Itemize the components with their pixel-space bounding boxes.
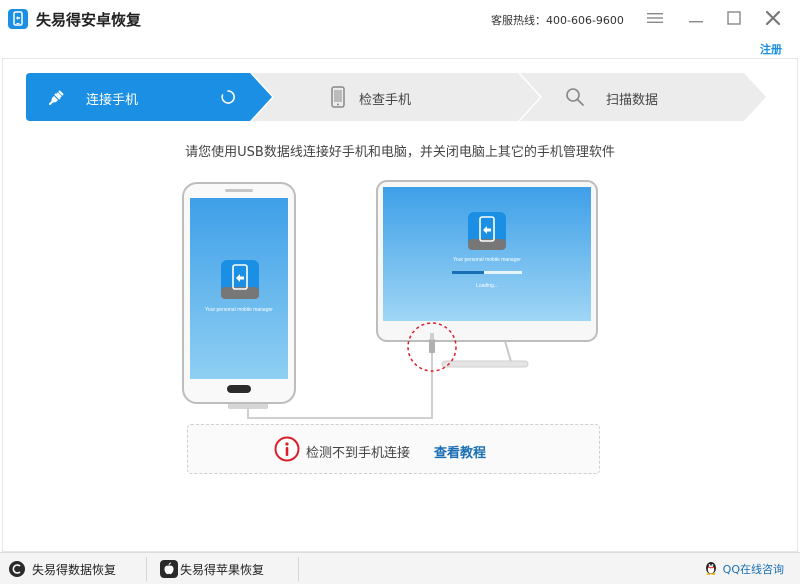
app-logo-icon (8, 9, 28, 29)
bottom-divider (298, 557, 299, 581)
maximize-button[interactable] (724, 8, 744, 28)
connection-status-box: 检测不到手机连接 查看教程 (187, 424, 600, 474)
status-message: 检测不到手机连接 (306, 446, 411, 461)
phone-caption: Your personal mobile manager (205, 307, 273, 313)
phone-illustration: Your personal mobile manager (182, 182, 296, 404)
connection-illustration: Your personal mobile manager Your person… (170, 175, 620, 435)
step-2-label: 检查手机 (359, 93, 412, 108)
hotline-text: 客服热线：400-606-9600 (491, 14, 624, 27)
tab-apple-recovery-label: 失易得苹果恢复 (180, 563, 265, 577)
app-title: 失易得安卓恢复 (36, 11, 142, 29)
bottom-divider (146, 557, 147, 581)
loading-spinner-icon (221, 90, 235, 104)
step-3-label: 扫描数据 (606, 93, 659, 108)
minimize-icon (689, 21, 703, 23)
monitor-caption: Your personal mobile manager (453, 257, 521, 263)
close-icon (765, 10, 781, 26)
qq-consult-link[interactable]: QQ在线咨询 (703, 561, 784, 577)
monitor-illustration: Your personal mobile manager Loading... (376, 180, 598, 368)
hamburger-icon (647, 13, 663, 23)
minimize-button[interactable] (686, 8, 706, 28)
tab-data-recovery[interactable]: 失易得数据恢复 (0, 553, 146, 584)
qq-consult-label: QQ在线咨询 (722, 563, 784, 576)
instruction-text: 请您使用USB数据线连接好手机和电脑，并关闭电脑上其它的手机管理软件 (185, 145, 615, 160)
maximize-icon (727, 11, 741, 25)
apple-icon (160, 560, 178, 578)
step-1-label: 连接手机 (86, 93, 139, 108)
plug-icon (49, 90, 64, 105)
tab-data-recovery-label: 失易得数据恢复 (32, 563, 117, 577)
step-connect-phone: 连接手机 (26, 73, 274, 121)
monitor-loading-text: Loading... (476, 283, 498, 289)
step-check-phone: 检查手机 (252, 73, 542, 121)
qq-penguin-icon (705, 562, 716, 575)
bottom-bar: 失易得数据恢复 失易得苹果恢复 QQ在线咨询 (0, 552, 800, 584)
tab-apple-recovery[interactable]: 失易得苹果恢复 (152, 553, 298, 584)
close-button[interactable] (763, 8, 783, 28)
register-link[interactable]: 注册 (760, 41, 782, 57)
step-scan-data: 扫描数据 (520, 73, 768, 121)
menu-button[interactable] (645, 8, 665, 28)
warning-icon (274, 436, 300, 462)
search-icon (566, 88, 584, 106)
title-bar: 失易得安卓恢复 客服热线：400-606-9600 (0, 0, 800, 36)
data-recovery-icon (9, 561, 25, 577)
phone-icon (331, 86, 345, 108)
step-progress-bar: 连接手机 检查手机 扫描数据 (26, 73, 768, 121)
view-tutorial-link[interactable]: 查看教程 (434, 442, 486, 461)
